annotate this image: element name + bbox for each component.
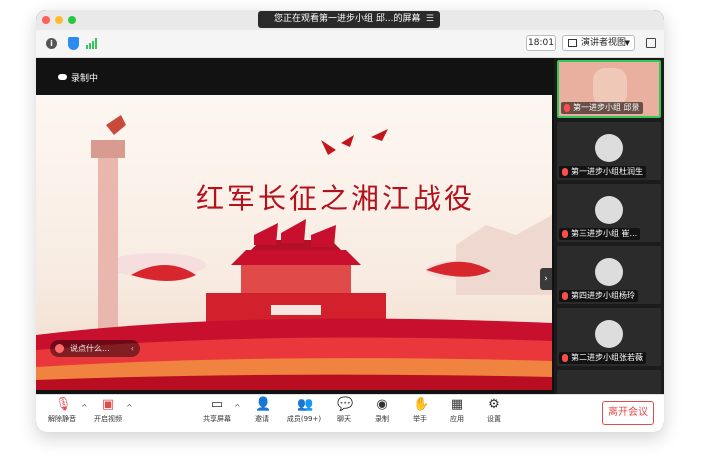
microphone-muted-icon: 🎙: [55, 397, 72, 412]
record-button[interactable]: ◉ 录制: [370, 398, 394, 430]
share-screen-button[interactable]: ▭ 共享屏幕: [201, 398, 233, 430]
apps-button[interactable]: ▦ 应用: [445, 398, 469, 430]
gate-hall-shape: [241, 265, 351, 293]
mic-muted-icon: [562, 230, 568, 238]
participant-video: [593, 68, 627, 106]
participant-tile[interactable]: 第三进步小组 崔...: [557, 184, 661, 242]
share-screen-icon: ▭: [210, 397, 224, 412]
flag-shape: [281, 219, 306, 243]
chat-label: 聊天: [337, 415, 351, 423]
apps-label: 应用: [450, 415, 464, 423]
chevron-left-icon[interactable]: ‹: [131, 340, 134, 357]
unmute-button[interactable]: 🎙 解除静音: [46, 398, 78, 430]
chat-placeholder: 说点什么...: [70, 344, 110, 353]
view-mode-label: 演讲者视图: [581, 38, 627, 48]
raise-hand-button[interactable]: ✋ 举手: [408, 398, 432, 430]
avatar: [595, 196, 623, 224]
participant-tile[interactable]: 第二进步小组张若薇: [557, 308, 661, 366]
mic-muted-icon: [562, 292, 568, 300]
participant-name: 第四进步小组杨玲: [559, 290, 638, 302]
avatar: [595, 134, 623, 162]
invite-button[interactable]: 👤 邀请: [248, 398, 276, 430]
fullscreen-icon[interactable]: [646, 38, 656, 48]
record-label: 录制: [375, 415, 389, 423]
start-video-button[interactable]: ▣ 开启视频: [92, 398, 124, 430]
title-bar: 您正在观看第一进步小组 邱...的屏幕 ☰: [36, 10, 664, 30]
info-icon[interactable]: i: [46, 38, 57, 49]
members-icon: 👥: [297, 397, 314, 412]
gate-banner-shape: [271, 305, 321, 315]
hand-icon: ✋: [413, 397, 430, 412]
chevron-down-icon: ▼: [624, 39, 630, 47]
start-video-label: 开启视频: [94, 415, 122, 423]
pillar-top-shape: [91, 140, 125, 158]
minimize-window-icon[interactable]: [55, 16, 63, 24]
chat-bubble-icon: 💬: [337, 397, 354, 412]
avatar: [595, 320, 623, 348]
participant-gallery: 第一进步小组 邱景 第一进步小组杜润生 第三进步小组 崔... 第四进步小组杨玲…: [554, 58, 664, 394]
avatar: [595, 258, 623, 286]
record-icon: ◉: [376, 397, 388, 412]
recording-indicator: 录制中: [58, 71, 98, 84]
share-screen-label: 共享屏幕: [203, 415, 231, 423]
leave-meeting-button[interactable]: 离开会议: [602, 401, 654, 425]
audio-options-chevron-icon[interactable]: ^: [81, 403, 88, 412]
bird-shape: [371, 129, 388, 141]
chat-button[interactable]: 💬 聊天: [332, 398, 356, 430]
flag-shape: [254, 223, 278, 245]
gallery-toggle-button[interactable]: ›: [540, 268, 552, 290]
speaker-view-icon: [568, 39, 577, 47]
shield-icon[interactable]: [68, 37, 79, 50]
settings-label: 设置: [487, 415, 501, 423]
pillar-wing-shape: [106, 115, 126, 135]
bird-shape: [321, 140, 336, 155]
participant-tile[interactable]: [557, 370, 661, 394]
settings-button[interactable]: ⚙ 设置: [482, 398, 506, 430]
mic-muted-icon: [562, 168, 568, 176]
video-options-chevron-icon[interactable]: ^: [126, 403, 133, 412]
raise-hand-label: 举手: [413, 415, 427, 423]
cloud-icon: [58, 74, 67, 80]
gear-icon: ⚙: [488, 397, 500, 412]
window-title-text: 您正在观看第一进步小组 邱...的屏幕: [274, 14, 421, 24]
wall-shape: [456, 215, 552, 295]
participant-tile[interactable]: 第一进步小组 邱景: [557, 60, 661, 118]
participant-name: 第三进步小组 崔...: [559, 228, 641, 240]
view-mode-button[interactable]: 演讲者视图 ▼: [562, 35, 635, 51]
video-off-icon: ▣: [101, 397, 115, 412]
add-user-icon: 👤: [255, 397, 272, 412]
shared-screen-area: 录制中 红军长征之湘江战役 说点什么... ‹ ›: [36, 58, 554, 394]
window-title: 您正在观看第一进步小组 邱...的屏幕 ☰: [258, 11, 440, 28]
participant-name: 第一进步小组 邱景: [561, 102, 643, 114]
mic-muted-icon: [562, 354, 568, 362]
invite-label: 邀请: [255, 415, 269, 423]
maximize-window-icon[interactable]: [68, 16, 76, 24]
members-label: 成员(99+): [286, 415, 322, 423]
gate-roof-shape: [231, 250, 361, 265]
share-options-chevron-icon[interactable]: ^: [234, 403, 241, 412]
meeting-toolbar: 🎙 解除静音 ^ ▣ 开启视频 ^ ▭ 共享屏幕 ^ 👤 邀请 👥 成员(99+…: [36, 394, 664, 432]
chat-input[interactable]: 说点什么... ‹: [50, 340, 140, 357]
mic-muted-icon: [564, 104, 570, 112]
participant-name: 第一进步小组杜润生: [559, 166, 646, 178]
hamburger-menu-icon[interactable]: ☰: [426, 11, 434, 28]
participant-tile[interactable]: 第一进步小组杜润生: [557, 122, 661, 180]
members-button[interactable]: 👥 成员(99+): [284, 398, 324, 430]
slide-title: 红军长征之湘江战役: [196, 182, 476, 215]
emoji-icon[interactable]: [55, 344, 64, 353]
participant-tile[interactable]: 第四进步小组杨玲: [557, 246, 661, 304]
recording-label: 录制中: [71, 74, 99, 84]
participant-name: 第二进步小组张若薇: [559, 352, 646, 364]
meeting-info-bar: i 18:01 演讲者视图 ▼: [36, 30, 664, 58]
bird-shape: [341, 135, 354, 147]
close-window-icon[interactable]: [42, 16, 50, 24]
apps-grid-icon: ▦: [450, 397, 464, 412]
flag-shape: [311, 225, 336, 247]
meeting-timer: 18:01: [526, 35, 556, 51]
meeting-window: 您正在观看第一进步小组 邱...的屏幕 ☰ i 18:01 演讲者视图 ▼ 录制…: [36, 10, 664, 432]
signal-strength-icon[interactable]: [86, 38, 98, 49]
unmute-label: 解除静音: [48, 415, 76, 423]
pillar-shape: [98, 155, 118, 335]
